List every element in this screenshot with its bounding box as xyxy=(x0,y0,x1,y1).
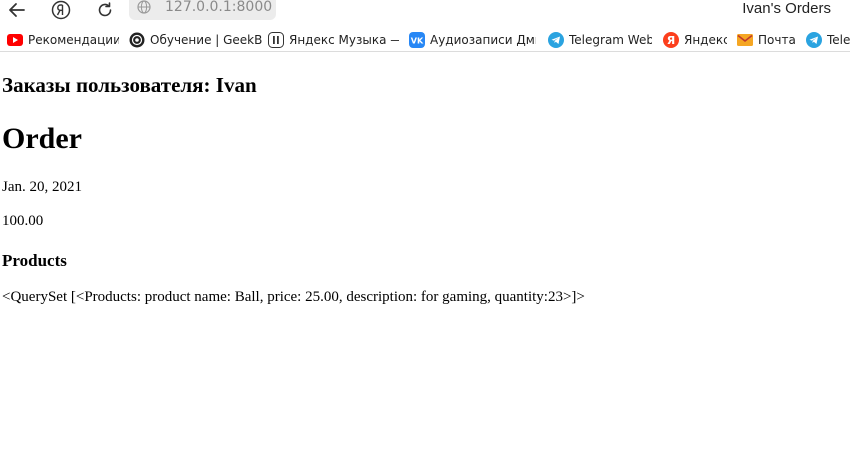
address-url[interactable]: 127.0.0.1:8000 xyxy=(165,0,272,15)
yandex-home-button[interactable] xyxy=(49,0,73,20)
bookmark-label: Рекомендации xyxy=(28,33,119,47)
svg-text:VK: VK xyxy=(411,37,424,46)
bookmark-label: Teleg xyxy=(827,33,850,47)
reload-icon xyxy=(98,2,112,17)
user-orders-heading: Заказы пользователя: Ivan xyxy=(2,73,257,97)
bookmark-yandex[interactable]: Я Яндекс xyxy=(663,31,727,49)
bookmark-recommendations[interactable]: Рекомендации xyxy=(7,31,119,49)
bookmark-label: Почта xyxy=(758,33,796,47)
svg-text:Я: Я xyxy=(667,34,675,47)
bookmark-label: Яндекс xyxy=(684,33,727,47)
bookmark-telegram[interactable]: Teleg xyxy=(806,31,850,49)
yandex-icon: Я xyxy=(663,32,679,48)
yandex-music-icon xyxy=(268,32,284,48)
address-bar[interactable]: 127.0.0.1:8000 xyxy=(129,0,276,20)
toolbar-divider xyxy=(0,51,850,52)
telegram-icon xyxy=(806,32,822,48)
products-heading: Products xyxy=(2,251,67,270)
telegram-icon xyxy=(548,32,564,48)
order-heading: Order xyxy=(2,122,82,155)
bookmark-label: Telegram Web xyxy=(569,33,652,47)
geekbrains-icon xyxy=(129,32,145,48)
vk-icon: VK xyxy=(409,32,425,48)
yandex-logo-icon xyxy=(51,0,71,20)
bookmark-label: Яндекс Музыка — xyxy=(289,33,399,47)
bookmark-telegram-web[interactable]: Telegram Web xyxy=(548,31,652,49)
globe-icon xyxy=(137,0,151,14)
arrow-left-icon xyxy=(9,3,25,17)
reload-button[interactable] xyxy=(93,0,117,20)
page-title-tab: Ivan's Orders xyxy=(742,0,831,17)
bookmark-label: Обучение | GeekB xyxy=(150,33,263,47)
mail-icon xyxy=(737,32,753,48)
products-queryset-text: <QuerySet [<Products: product name: Ball… xyxy=(2,289,585,305)
back-button[interactable] xyxy=(5,0,29,20)
order-date: Jan. 20, 2021 xyxy=(2,179,82,195)
bookmark-vk-audio[interactable]: VK Аудиозаписи Дми xyxy=(409,31,536,49)
browser-toolbar: 127.0.0.1:8000 Ivan's Orders xyxy=(0,0,850,23)
bookmark-geekbrains[interactable]: Обучение | GeekB xyxy=(129,31,274,49)
bookmarks-bar: Рекомендации Обучение | GeekB Яндекс Муз… xyxy=(0,29,850,51)
order-total: 100.00 xyxy=(2,213,44,229)
bookmark-yandex-music[interactable]: Яндекс Музыка — xyxy=(268,31,399,49)
youtube-icon xyxy=(7,32,23,48)
bookmark-mail[interactable]: Почта xyxy=(737,31,797,49)
bookmark-label: Аудиозаписи Дми xyxy=(430,33,536,47)
